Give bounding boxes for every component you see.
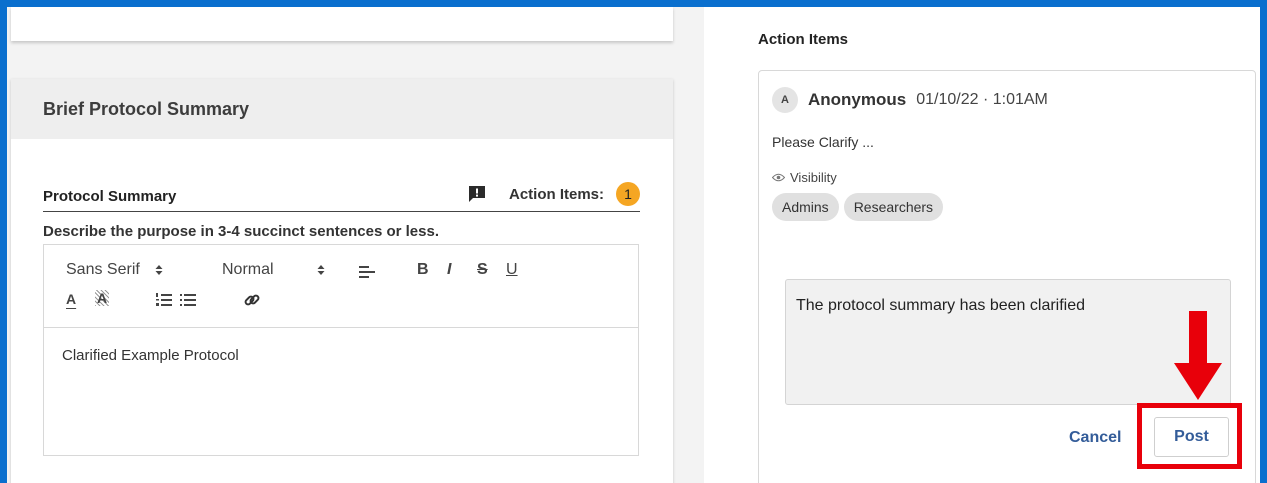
action-items-count-badge: 1: [616, 182, 640, 206]
font-select-value: Sans Serif: [66, 261, 140, 278]
visibility-label: Visibility: [790, 170, 837, 185]
visibility-chips: Admins Researchers: [772, 193, 944, 221]
text-color-icon[interactable]: A: [66, 291, 76, 307]
protocol-summary-field-header: Protocol Summary Action Items: 1: [43, 177, 640, 212]
field-description: Describe the purpose in 3-4 succinct sen…: [43, 223, 439, 240]
action-items-indicator[interactable]: Action Items: 1: [467, 182, 640, 206]
section-header: Brief Protocol Summary: [11, 79, 673, 139]
reply-input[interactable]: The protocol summary has been clarified: [785, 279, 1231, 405]
select-arrows-icon: [155, 265, 163, 275]
cancel-button[interactable]: Cancel: [1069, 429, 1121, 447]
field-label: Protocol Summary: [43, 188, 177, 205]
author-name: Anonymous: [808, 90, 907, 109]
bold-icon[interactable]: B: [417, 261, 429, 279]
highlight-box: [1137, 403, 1242, 469]
background-color-icon[interactable]: A: [95, 290, 110, 306]
arrow-down-icon: [1174, 311, 1222, 400]
chip-researchers: Researchers: [843, 193, 944, 221]
ordered-list-icon[interactable]: [156, 293, 172, 307]
rich-text-editor: Sans Serif Normal B I S U A A Clarified …: [43, 244, 639, 456]
previous-card: [11, 7, 673, 41]
editor-content[interactable]: Clarified Example Protocol: [44, 328, 638, 364]
visibility-row: Visibility: [772, 170, 837, 185]
avatar: A: [772, 87, 798, 113]
protocol-summary-card: Brief Protocol Summary Protocol Summary …: [11, 79, 673, 483]
size-select[interactable]: Normal: [222, 261, 326, 279]
comment-text: Please Clarify ...: [772, 134, 874, 150]
section-title: Brief Protocol Summary: [43, 98, 250, 119]
app-frame: Brief Protocol Summary Protocol Summary …: [7, 7, 1260, 483]
comment-alert-icon: [468, 186, 485, 202]
size-select-value: Normal: [222, 261, 274, 278]
link-icon[interactable]: [244, 292, 260, 308]
comment-header: A Anonymous 01/10/22 · 1:01AM: [772, 87, 1048, 113]
strikethrough-icon[interactable]: S: [477, 261, 488, 279]
panel-title: Action Items: [758, 31, 849, 48]
action-items-label: Action Items:: [508, 185, 604, 203]
select-arrows-icon: [317, 265, 325, 275]
bullet-list-icon[interactable]: [180, 293, 196, 307]
italic-icon[interactable]: I: [447, 261, 451, 279]
align-icon[interactable]: [359, 265, 375, 279]
editor-toolbar: Sans Serif Normal B I S U A A: [44, 245, 638, 328]
eye-icon: [772, 173, 785, 182]
font-select[interactable]: Sans Serif: [66, 261, 164, 279]
underline-icon[interactable]: U: [506, 261, 518, 279]
chip-admins: Admins: [772, 193, 839, 221]
comment-date: 01/10/22 · 1:01AM: [916, 91, 1048, 108]
